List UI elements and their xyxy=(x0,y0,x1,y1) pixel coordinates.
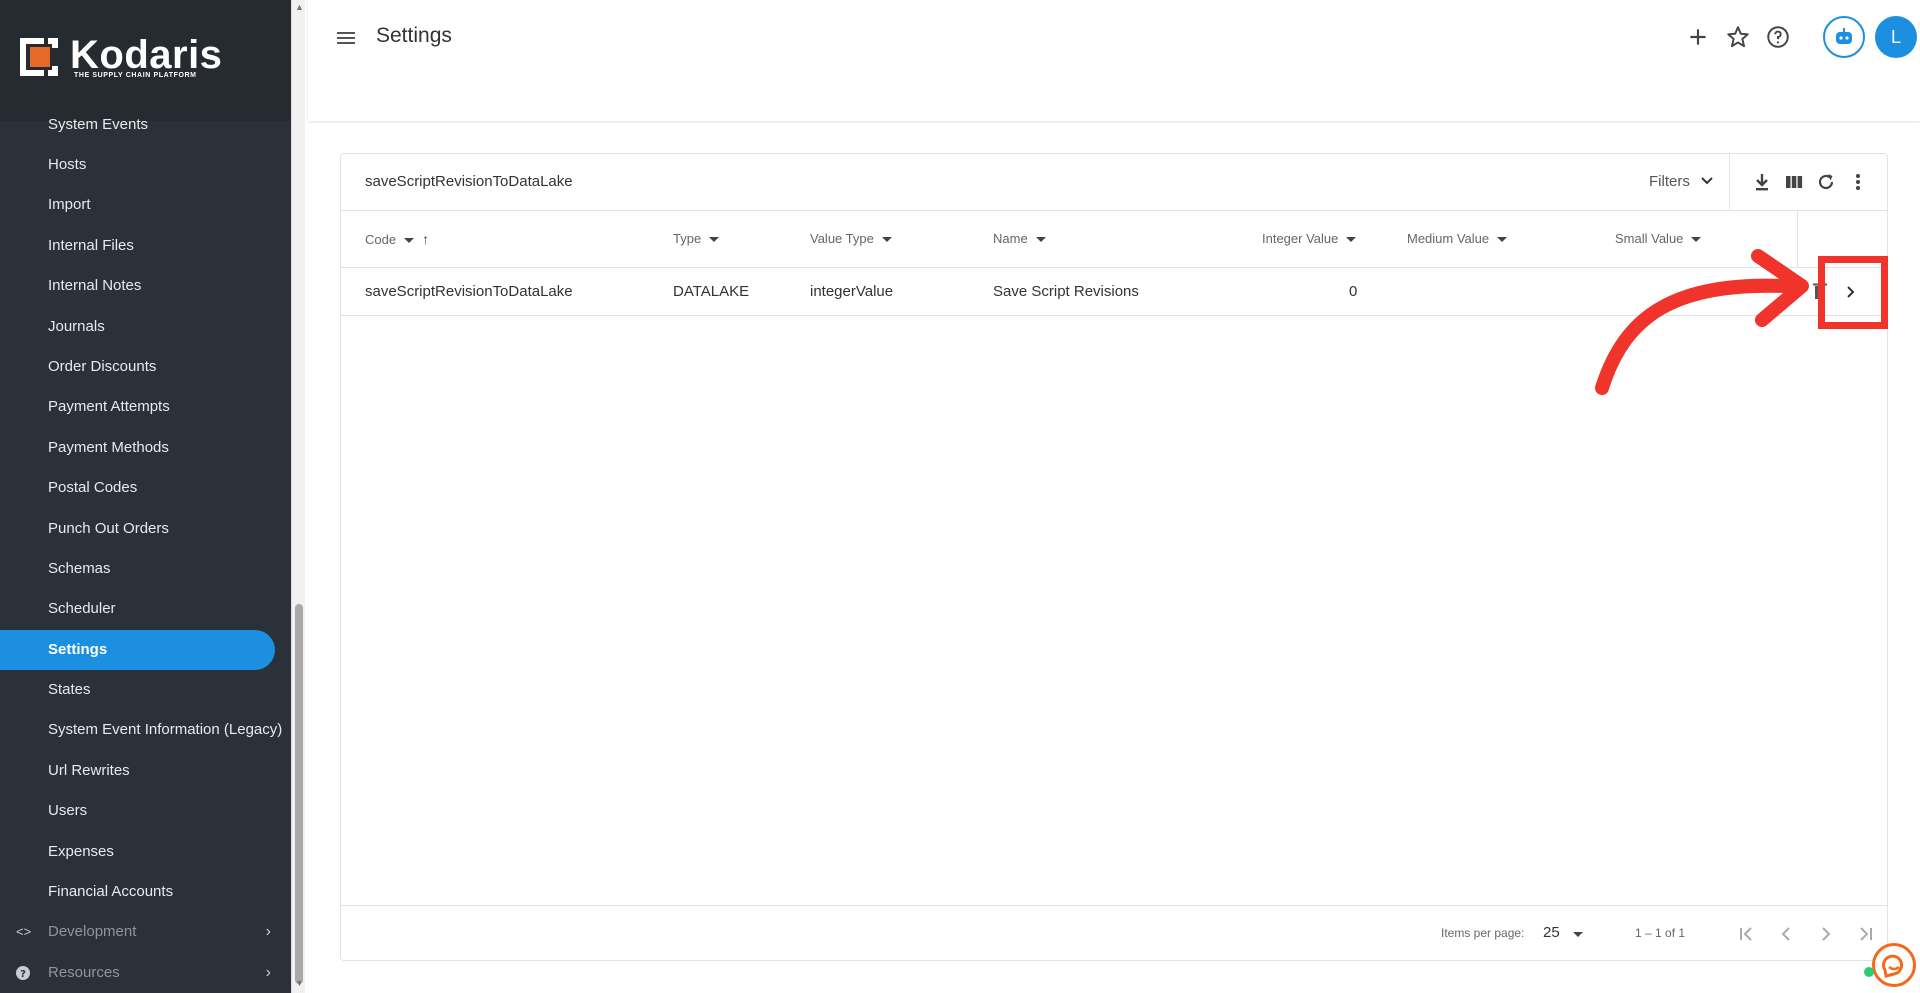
sidebar-item-internal-files[interactable]: Internal Files xyxy=(0,226,291,266)
chevron-right-icon: › xyxy=(265,923,271,941)
column-header-integer-value[interactable]: Integer Value xyxy=(1262,231,1357,246)
next-page-icon[interactable] xyxy=(1814,922,1838,946)
sidebar-group-label: Development xyxy=(48,923,137,941)
sidebar-item-settings[interactable]: Settings xyxy=(0,629,275,671)
scroll-down-arrow-icon[interactable]: ▼ xyxy=(295,978,304,988)
cell-integer-value: 0 xyxy=(1349,283,1358,300)
column-header-medium-value[interactable]: Medium Value xyxy=(1407,231,1508,246)
annotation-highlight-box xyxy=(1818,256,1888,329)
page-range-label: 1 – 1 of 1 xyxy=(1635,926,1686,940)
annotation-arrow-icon xyxy=(1595,249,1809,395)
sidebar-item-expenses[interactable]: Expenses xyxy=(0,832,291,872)
refresh-icon[interactable] xyxy=(1815,171,1837,193)
filters-button[interactable]: Filters xyxy=(1649,173,1690,190)
column-label: Value Type xyxy=(810,231,874,246)
column-header-code[interactable]: Code ↑ xyxy=(365,231,429,247)
scroll-up-arrow-icon[interactable]: ▲ xyxy=(295,2,304,12)
chevron-right-icon: › xyxy=(265,963,271,981)
divider xyxy=(1729,154,1730,211)
download-icon[interactable] xyxy=(1751,171,1773,193)
sidebar-item-system-event-information[interactable]: System Event Information (Legacy) xyxy=(0,710,291,750)
help-icon[interactable] xyxy=(1765,24,1791,50)
menu-icon[interactable] xyxy=(334,26,358,50)
sidebar-item-schemas[interactable]: Schemas xyxy=(0,549,291,589)
sidebar-group-label: Resources xyxy=(48,963,120,981)
sidebar-item-import[interactable]: Import xyxy=(0,185,291,225)
more-vert-icon[interactable] xyxy=(1847,171,1869,193)
sidebar-item-system-events[interactable]: System Events xyxy=(0,105,291,145)
sidebar-item-hosts[interactable]: Hosts xyxy=(0,145,291,185)
sidebar-item-journals[interactable]: Journals xyxy=(0,307,291,347)
scroll-thumb[interactable] xyxy=(295,604,303,984)
first-page-icon[interactable] xyxy=(1734,922,1758,946)
table-paginator: Items per page: 25 1 – 1 of 1 xyxy=(341,905,1887,961)
caret-down-icon[interactable] xyxy=(881,237,892,243)
column-label: Medium Value xyxy=(1407,231,1490,246)
assistant-bot-button[interactable] xyxy=(1823,16,1865,58)
sidebar-item-users[interactable]: Users xyxy=(0,791,291,831)
columns-icon[interactable] xyxy=(1783,171,1805,193)
sidebar-nav: System Events Hosts Import Internal File… xyxy=(0,105,291,993)
sidebar-item-postal-codes[interactable]: Postal Codes xyxy=(0,468,291,508)
column-label: Code xyxy=(365,232,397,247)
kodaris-logo-icon xyxy=(20,38,58,76)
caret-down-icon[interactable] xyxy=(404,238,415,244)
last-page-icon[interactable] xyxy=(1854,922,1878,946)
cell-value-type: integerValue xyxy=(810,283,894,300)
sidebar-item-payment-attempts[interactable]: Payment Attempts xyxy=(0,387,291,427)
bot-icon xyxy=(1836,28,1852,44)
user-avatar[interactable]: L xyxy=(1875,16,1917,58)
sidebar-item-scheduler[interactable]: Scheduler xyxy=(0,589,291,629)
sidebar-item-states[interactable]: States xyxy=(0,670,291,710)
sort-ascending-icon[interactable]: ↑ xyxy=(422,231,429,247)
svg-text:?: ? xyxy=(20,969,26,980)
sidebar: Kodaris THE SUPPLY CHAIN PLATFORM System… xyxy=(0,0,291,993)
online-status-dot xyxy=(1864,967,1874,977)
column-label: Type xyxy=(673,231,702,246)
top-header: Settings L xyxy=(308,0,1920,121)
caret-down-icon[interactable] xyxy=(1497,237,1508,243)
sidebar-scrollbar[interactable]: ▲ ▼ xyxy=(291,0,305,993)
code-icon: <> xyxy=(16,924,32,940)
sidebar-item-punch-out-orders[interactable]: Punch Out Orders xyxy=(0,509,291,549)
items-per-page-label: Items per page: xyxy=(1441,926,1525,940)
chat-icon xyxy=(1882,954,1904,978)
help-circle-icon: ? xyxy=(16,953,30,993)
star-icon[interactable] xyxy=(1725,24,1751,50)
items-per-page-select[interactable]: 25 xyxy=(1543,924,1560,941)
page-title: Settings xyxy=(376,24,452,47)
caret-down-icon[interactable] xyxy=(709,237,720,243)
brand-tagline: THE SUPPLY CHAIN PLATFORM xyxy=(74,72,197,79)
sidebar-item-payment-methods[interactable]: Payment Methods xyxy=(0,428,291,468)
column-label: Integer Value xyxy=(1262,231,1339,246)
previous-page-icon[interactable] xyxy=(1774,922,1798,946)
sidebar-item-financial-accounts[interactable]: Financial Accounts xyxy=(0,872,291,912)
column-header-value-type[interactable]: Value Type xyxy=(810,231,892,246)
column-header-name[interactable]: Name xyxy=(993,231,1046,246)
column-header-type[interactable]: Type xyxy=(673,231,720,246)
chevron-down-icon[interactable] xyxy=(1699,172,1715,188)
sidebar-item-order-discounts[interactable]: Order Discounts xyxy=(0,347,291,387)
caret-down-icon[interactable] xyxy=(1035,237,1046,243)
chat-widget-button[interactable] xyxy=(1872,943,1916,987)
card-header: saveScriptRevisionToDataLake Filters xyxy=(341,154,1887,211)
sidebar-item-url-rewrites[interactable]: Url Rewrites xyxy=(0,751,291,791)
sidebar-group-development[interactable]: <> Development › xyxy=(0,912,291,952)
caret-down-icon[interactable] xyxy=(1573,932,1583,937)
table-title: saveScriptRevisionToDataLake xyxy=(365,173,573,190)
sidebar-group-resources[interactable]: ? Resources › xyxy=(0,953,291,993)
cell-name: Save Script Revisions xyxy=(993,283,1139,300)
add-icon[interactable] xyxy=(1685,24,1711,50)
cell-code: saveScriptRevisionToDataLake xyxy=(365,283,573,300)
logo-area: Kodaris THE SUPPLY CHAIN PLATFORM xyxy=(0,0,291,121)
caret-down-icon[interactable] xyxy=(1346,237,1357,243)
cell-type: DATALAKE xyxy=(673,283,750,300)
sidebar-item-internal-notes[interactable]: Internal Notes xyxy=(0,266,291,306)
column-label: Name xyxy=(993,231,1028,246)
